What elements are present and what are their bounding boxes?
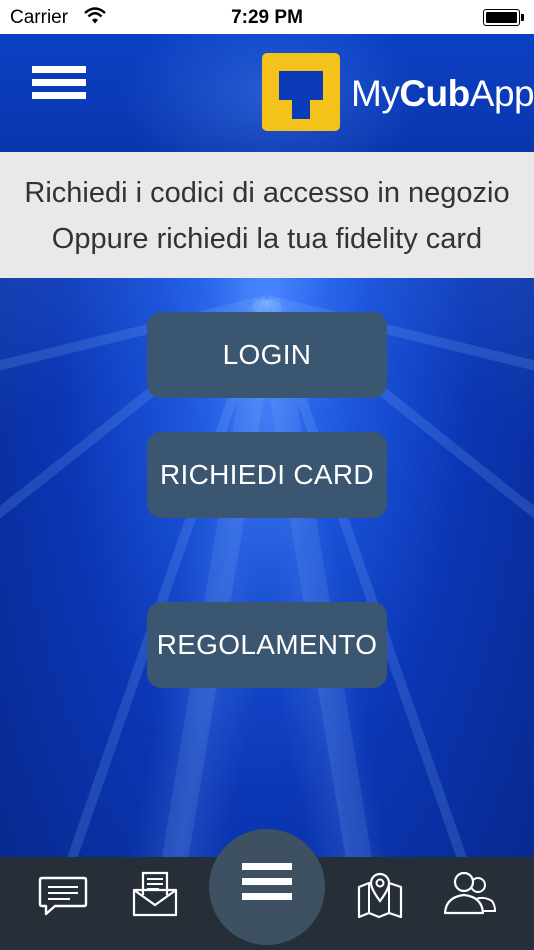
rules-button[interactable]: REGOLAMENTO (147, 602, 387, 688)
users-icon (443, 871, 497, 915)
messages-tab[interactable] (33, 865, 93, 925)
hamburger-menu-icon[interactable] (32, 66, 86, 104)
profile-tab[interactable] (440, 865, 500, 925)
battery-icon (483, 9, 520, 26)
status-bar: Carrier 7:29 PM (0, 0, 534, 34)
request-card-button[interactable]: RICHIEDI CARD (147, 432, 387, 518)
inbox-tab[interactable] (125, 865, 185, 925)
login-button[interactable]: LOGIN (147, 312, 387, 398)
info-banner: Richiedi i codici di accesso in negozio … (0, 152, 534, 278)
info-line-2: Oppure richiedi la tua fidelity card (51, 223, 483, 255)
logo-wordmark: MyCubApp (351, 73, 534, 114)
mail-inbox-icon (132, 871, 178, 917)
clock: 7:29 PM (231, 7, 303, 28)
app-logo: MyCubApp (262, 53, 534, 133)
app-header: MyCubApp (0, 34, 534, 152)
map-tab[interactable] (349, 865, 409, 925)
chat-bubble-icon (38, 876, 88, 916)
main-menu-button[interactable] (209, 829, 325, 945)
battery-tip (521, 14, 524, 21)
map-pin-icon (357, 872, 403, 919)
info-line-1: Richiedi i codici di accesso in negozio (24, 177, 510, 209)
logo-mark-icon (262, 53, 340, 131)
